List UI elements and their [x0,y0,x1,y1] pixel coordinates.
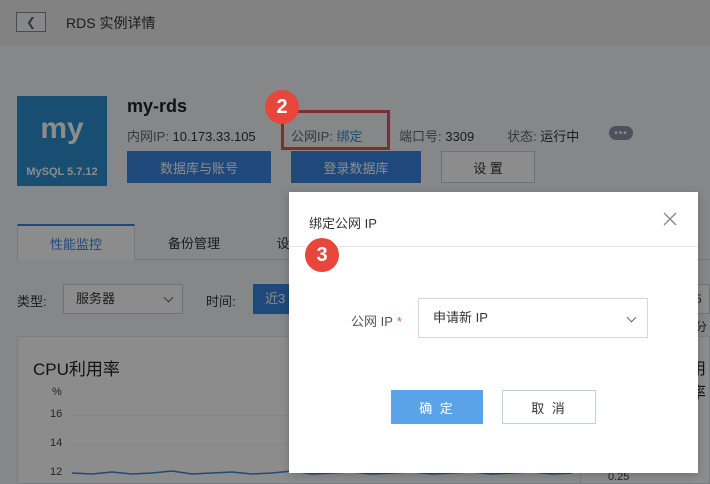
confirm-button[interactable]: 确 定 [391,390,483,424]
cancel-button[interactable]: 取 消 [502,390,596,424]
dialog-divider [289,246,698,247]
public-ip-field-label: 公网 IP * [351,311,402,330]
public-ip-select-value: 申请新 IP [433,310,488,325]
dialog-title: 绑定公网 IP [309,216,377,231]
step-3-badge: 3 [305,238,339,272]
field-label-text: 公网 IP [351,314,393,329]
public-ip-select[interactable]: 申请新 IP [418,298,648,338]
step-2-badge: 2 [265,90,299,124]
chevron-down-icon [626,312,637,323]
required-mark: * [396,314,402,329]
bind-public-ip-dialog: 绑定公网 IP 公网 IP * 申请新 IP 确 定 取 消 [289,192,698,473]
close-icon[interactable] [661,210,679,228]
